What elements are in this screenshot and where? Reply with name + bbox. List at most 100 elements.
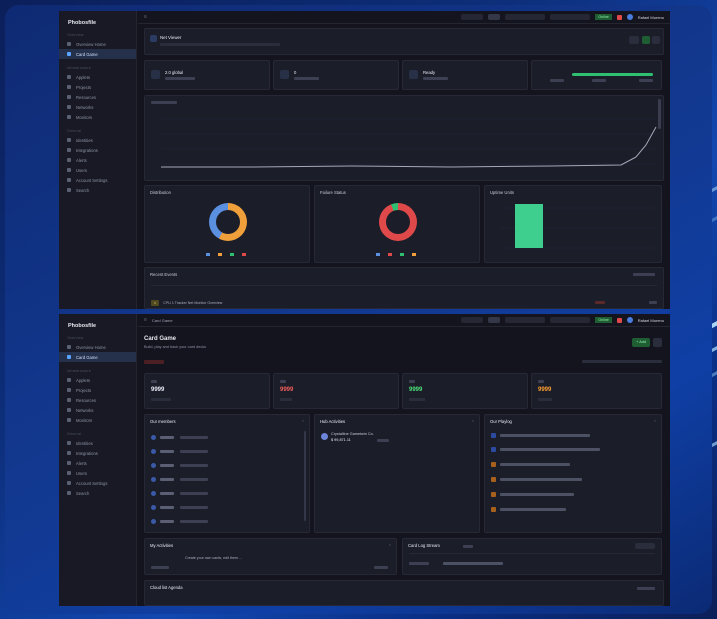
view-all-button[interactable] [635,543,655,549]
page-header: Card Game Build, play and track your car… [144,330,664,372]
sidebar-item-projects[interactable]: Projects [59,385,136,395]
sidebar-item-account-settings[interactable]: Account Settings [59,175,136,185]
sidebar-item-users[interactable]: Users [59,468,136,478]
member-row[interactable] [151,489,303,498]
sidebar-group: General [67,432,82,436]
member-row[interactable] [151,503,303,512]
notification-icon[interactable] [616,14,622,20]
close-icon[interactable]: × [654,418,656,423]
sidebar-item-alerts[interactable]: Alerts [59,458,136,468]
home-icon [67,345,71,349]
sidebar-item-search[interactable]: Search [59,185,136,195]
close-icon[interactable]: × [389,542,391,547]
log-row[interactable] [491,475,655,484]
search-field[interactable] [461,14,484,20]
card-title: My Activities [150,543,174,548]
member-row[interactable] [151,447,303,456]
member-row[interactable] [151,517,303,526]
progress-bar [572,73,653,76]
environment-select[interactable] [505,317,546,323]
kpi-value: 9999 [280,387,294,393]
sidebar-item-identities[interactable]: Identities [59,135,136,145]
sidebar: Phobosfile Overview Overview Home Card G… [59,314,137,606]
sidebar-item-resources[interactable]: Resources [59,92,136,102]
sidebar-item-networks[interactable]: Networks [59,102,136,112]
add-button[interactable]: + Add [632,338,650,347]
sidebar-item-account-settings[interactable]: Account Settings [59,478,136,488]
region-select[interactable] [550,317,591,323]
bar [515,204,543,248]
legend [145,252,309,256]
log-row[interactable] [491,445,655,454]
sidebar-item-search[interactable]: Search [59,488,136,498]
filter-button[interactable] [488,14,501,20]
avatar[interactable] [626,14,633,20]
stat-card-global: 2.0 global [144,60,270,90]
breadcrumb[interactable]: Card Game [152,318,173,323]
run-button[interactable] [642,36,650,44]
sidebar-item-applets[interactable]: Applets [59,72,136,82]
folder-icon [67,388,71,392]
scrollbar[interactable] [304,431,306,521]
member-row[interactable] [151,461,303,470]
menu-icon[interactable]: ≡ [144,317,147,323]
line-chart [161,118,657,168]
sidebar-item-applets[interactable]: Applets [59,375,136,385]
region-select[interactable] [550,14,591,20]
log-row[interactable] [491,460,655,469]
distribution-donut [209,203,247,241]
member-row[interactable] [151,433,303,442]
sidebar-group: Overview [67,336,84,340]
filter-button[interactable] [488,317,501,323]
hub-item-amount: $ 99,871.11 [331,438,351,442]
sidebar-item-identities[interactable]: Identities [59,438,136,448]
activity-row[interactable]: •• CPU 1 Tracker Net Monitor Overview [151,298,657,307]
close-icon[interactable]: × [302,418,304,423]
sidebar-item-card-game[interactable]: Card Game [59,352,136,362]
id-icon [67,138,71,142]
scrollbar[interactable] [658,99,661,129]
bar-chart [501,204,654,249]
user-name[interactable]: Rafael Moreno [638,318,664,323]
sidebar-item-alerts[interactable]: Alerts [59,155,136,165]
avatar[interactable] [626,317,633,323]
notification-icon[interactable] [616,317,622,323]
card-title: Distribution [150,190,171,195]
sidebar-item-monitors[interactable]: Monitors [59,415,136,425]
alert-chip[interactable] [144,360,164,364]
sidebar-item-networks[interactable]: Networks [59,405,136,415]
close-icon[interactable]: × [472,418,474,423]
card-title: Recent Events [150,272,178,277]
sidebar-item-integrations[interactable]: Integrations [59,145,136,155]
sidebar-item-users[interactable]: Users [59,165,136,175]
stat-title: 2.0 global [165,70,184,75]
log-row[interactable] [491,490,655,499]
sidebar-item-overview[interactable]: Overview Home [59,342,136,352]
company-icon [321,433,328,440]
dashboard-screenshot-bottom: Phobosfile Overview Overview Home Card G… [59,314,670,606]
log-row[interactable] [491,431,655,440]
sidebar-item-projects[interactable]: Projects [59,82,136,92]
user-name[interactable]: Rafael Moreno [638,15,664,20]
search-field[interactable] [461,317,484,323]
legend [315,252,479,256]
search-icon [67,491,71,495]
sidebar-item-overview[interactable]: Overview Home [59,39,136,49]
sidebar-item-integrations[interactable]: Integrations [59,448,136,458]
hub-item-name[interactable]: Crystalline Gametwin Co. [331,432,374,436]
sidebar-item-monitors[interactable]: Monitors [59,112,136,122]
refresh-button[interactable] [629,36,639,44]
member-row[interactable] [151,475,303,484]
sidebar-group: Infrastructure [67,66,91,70]
more-button[interactable] [653,338,662,347]
sidebar-group: Infrastructure [67,369,91,373]
environment-select[interactable] [505,14,546,20]
sidebar-item-card-game[interactable]: Card Game [59,49,136,59]
menu-icon[interactable]: ≡ [144,14,147,20]
user-icon [67,168,71,172]
globe-icon [151,70,160,79]
more-button[interactable] [652,36,660,44]
sidebar-item-resources[interactable]: Resources [59,395,136,405]
log-row[interactable] [491,505,655,514]
user-icon [67,471,71,475]
